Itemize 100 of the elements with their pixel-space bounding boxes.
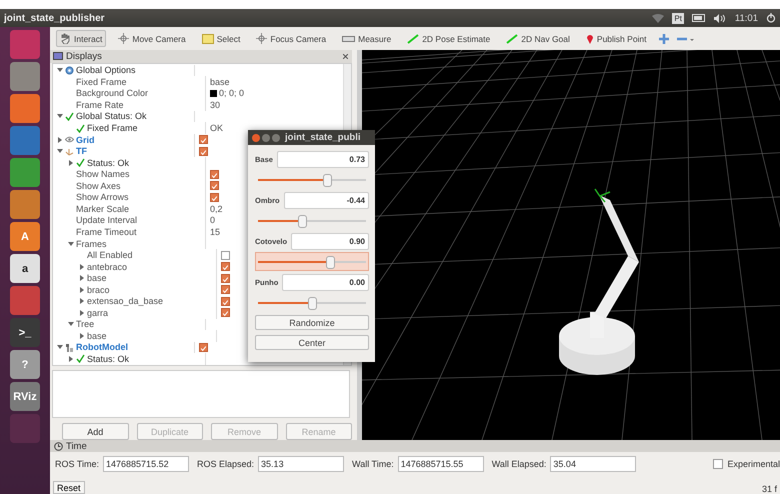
time-field[interactable]: 1476885715.55 (398, 456, 484, 472)
property-value: 15 (210, 226, 220, 237)
tool-button[interactable]: Interact (56, 30, 106, 47)
tool-button[interactable]: Focus Camera (252, 30, 330, 47)
tree-item-label[interactable]: Fixed Frame (76, 76, 127, 87)
tree-item-label[interactable]: Frame Timeout (76, 226, 137, 237)
collapse-arrow-icon[interactable] (57, 344, 63, 350)
tree-item-label[interactable]: base (87, 273, 107, 284)
joint-slider[interactable] (255, 252, 369, 271)
selection-icon (202, 34, 214, 44)
panel-title: Time (66, 440, 87, 452)
expand-arrow-icon[interactable] (79, 286, 85, 293)
power-icon[interactable] (766, 13, 776, 23)
expand-arrow-icon[interactable] (79, 332, 85, 339)
expand-arrow-icon[interactable] (79, 310, 85, 316)
minus-dropdown-icon[interactable] (676, 36, 695, 42)
keyboard-indicator[interactable]: Pt (672, 12, 684, 24)
checkbox[interactable] (221, 285, 230, 294)
checkbox[interactable] (199, 135, 208, 144)
checkbox[interactable] (713, 459, 724, 469)
tree-item-label[interactable]: Show Axes (76, 180, 121, 191)
tree-item-label[interactable]: TF (76, 146, 87, 156)
tree-item-label[interactable]: antebraco (87, 262, 128, 272)
tree-item-label[interactable]: Fixed Frame (87, 123, 138, 134)
launcher-icon[interactable]: a (10, 254, 40, 283)
tree-item-label[interactable]: Frames (76, 238, 107, 248)
tree-item-label[interactable]: extensao_da_base (87, 296, 164, 306)
time-field[interactable]: 1476885715.52 (103, 456, 190, 472)
close-button[interactable] (252, 134, 260, 142)
panel-button[interactable]: Add (62, 423, 128, 440)
checkbox[interactable] (221, 274, 230, 283)
joint-value-field[interactable]: 0.73 (276, 151, 369, 168)
close-icon[interactable] (343, 54, 348, 59)
tree-item-label[interactable]: Global Options (76, 65, 136, 76)
collapse-arrow-icon[interactable] (57, 113, 63, 120)
expand-arrow-icon[interactable] (79, 298, 85, 304)
checkbox[interactable] (210, 192, 219, 202)
tree-item-label[interactable]: Status: Ok (87, 158, 130, 168)
checkbox[interactable] (221, 262, 230, 272)
joint-value-field[interactable]: 0.90 (291, 233, 369, 250)
property-value: 0 (210, 215, 216, 226)
tool-button[interactable]: Move Camera (114, 30, 190, 47)
dialog-button[interactable]: Randomize (255, 315, 369, 330)
check-icon (76, 158, 85, 168)
tree-item-label[interactable]: Tree (76, 319, 94, 330)
maximize-button[interactable] (272, 134, 280, 142)
field-label: Wall Time: (352, 459, 394, 469)
checkbox[interactable] (210, 181, 219, 190)
expand-arrow-icon[interactable] (79, 275, 85, 282)
checkbox[interactable] (210, 170, 219, 179)
checkbox[interactable] (221, 250, 230, 260)
joint-value-field[interactable]: -0.44 (284, 192, 369, 209)
tree-item-label[interactable]: Status: Ok (87, 354, 130, 364)
field-label: ROS Time: (55, 459, 100, 469)
tree-item-label[interactable]: RobotModel (76, 342, 128, 352)
wifi-icon[interactable] (652, 14, 664, 22)
launcher-icon[interactable]: >_ (10, 318, 40, 347)
checkbox[interactable] (221, 308, 230, 318)
tree-item-label[interactable]: braco (87, 284, 110, 295)
dialog-button[interactable]: Center (255, 335, 369, 350)
expand-arrow-icon[interactable] (57, 136, 63, 143)
checkbox[interactable] (199, 342, 208, 352)
expand-arrow-icon[interactable] (68, 160, 74, 166)
color-swatch (210, 90, 217, 97)
tree-item-label[interactable]: Update Interval (76, 215, 138, 226)
speaker-icon[interactable] (714, 14, 727, 22)
collapse-arrow-icon[interactable] (68, 240, 74, 246)
battery-icon[interactable] (692, 14, 706, 22)
tree-item-label[interactable]: Show Arrows (76, 192, 129, 202)
checkbox[interactable] (199, 146, 208, 156)
tool-button[interactable]: Select (198, 30, 244, 46)
collapse-arrow-icon[interactable] (68, 321, 74, 328)
launcher-icon[interactable]: RViz (10, 382, 40, 411)
expand-arrow-icon[interactable] (68, 356, 74, 362)
tool-button[interactable]: Measure (338, 30, 396, 46)
reset-button[interactable]: Reset (53, 481, 85, 494)
tool-button[interactable]: 2D Nav Goal (502, 30, 574, 46)
checkbox-label: Experimental (727, 459, 780, 469)
plus-icon[interactable] (658, 34, 669, 44)
collapse-arrow-icon[interactable] (57, 67, 63, 74)
tree-item-label[interactable]: Background Color (76, 88, 148, 98)
tree-item-label[interactable]: Grid (76, 134, 95, 145)
time-field[interactable]: 35.04 (550, 456, 636, 472)
collapse-arrow-icon[interactable] (57, 148, 63, 154)
minimize-button[interactable] (262, 134, 270, 142)
clock[interactable]: 11:01 (734, 12, 758, 24)
tool-button[interactable]: 2D Pose Estimate (403, 30, 494, 46)
tree-item-label[interactable]: Marker Scale (76, 204, 130, 214)
tree-item-label[interactable]: Show Names (76, 169, 130, 180)
tree-item-label[interactable]: base (87, 330, 107, 341)
check-icon (76, 354, 85, 364)
tree-item-label[interactable]: Frame Rate (76, 100, 124, 110)
tree-item-label[interactable]: Global Status: Ok (76, 111, 147, 122)
tree-item-label[interactable]: garra (87, 308, 108, 318)
checkbox[interactable] (221, 296, 230, 306)
tree-item-label[interactable]: All Enabled (87, 250, 133, 260)
tool-button[interactable]: Publish Point (582, 30, 651, 47)
time-field[interactable]: 35.13 (258, 456, 344, 472)
joint-value-field[interactable]: 0.00 (282, 274, 369, 291)
expand-arrow-icon[interactable] (79, 264, 85, 270)
